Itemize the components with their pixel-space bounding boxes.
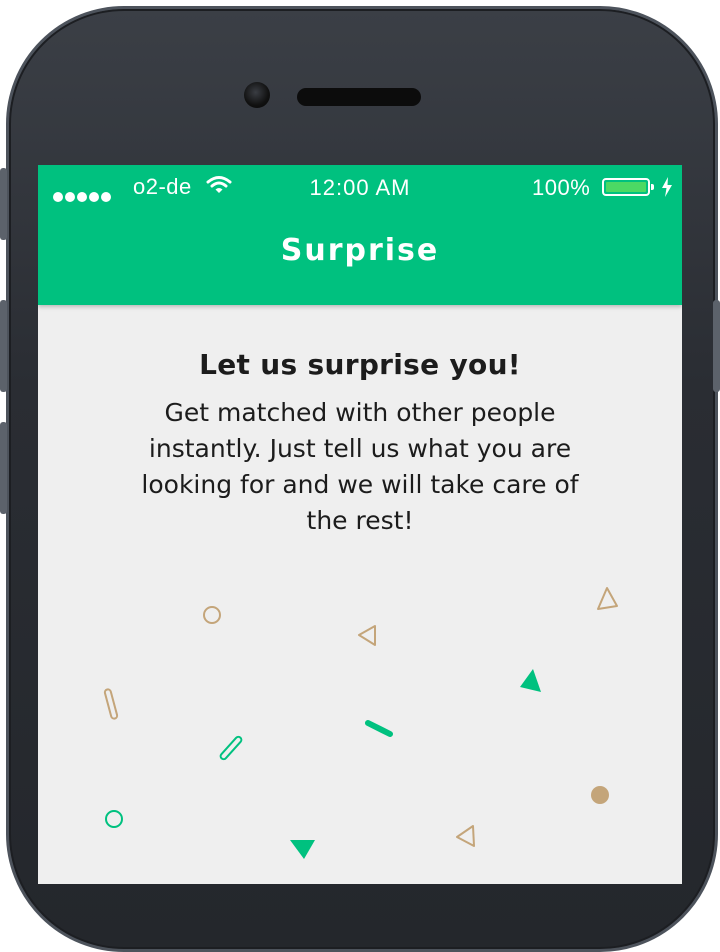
confetti-bar-outline-tan bbox=[103, 688, 119, 720]
confetti-triangle-outline-tan bbox=[597, 587, 618, 610]
confetti-triangle-green bbox=[520, 669, 541, 692]
volume-up-button bbox=[0, 300, 7, 392]
confetti-dot-tan bbox=[591, 786, 609, 804]
screen: o2-de 12:00 AM 100% Surprise Let us surp… bbox=[38, 165, 682, 884]
confetti-bar-outline-green bbox=[219, 735, 243, 761]
confetti-triangle-outline-tan bbox=[358, 625, 376, 646]
volume-down-button bbox=[0, 422, 7, 514]
confetti-bar-green bbox=[365, 720, 393, 737]
mute-switch bbox=[0, 168, 7, 240]
confetti-ring-green bbox=[105, 810, 123, 828]
confetti-illustration bbox=[103, 587, 618, 859]
earpiece-speaker bbox=[297, 88, 421, 106]
confetti-triangle-green bbox=[290, 840, 315, 859]
power-button bbox=[713, 300, 720, 392]
confetti-ring-tan bbox=[203, 606, 221, 624]
confetti-triangle-outline-tan bbox=[456, 825, 475, 847]
front-camera bbox=[244, 82, 270, 108]
